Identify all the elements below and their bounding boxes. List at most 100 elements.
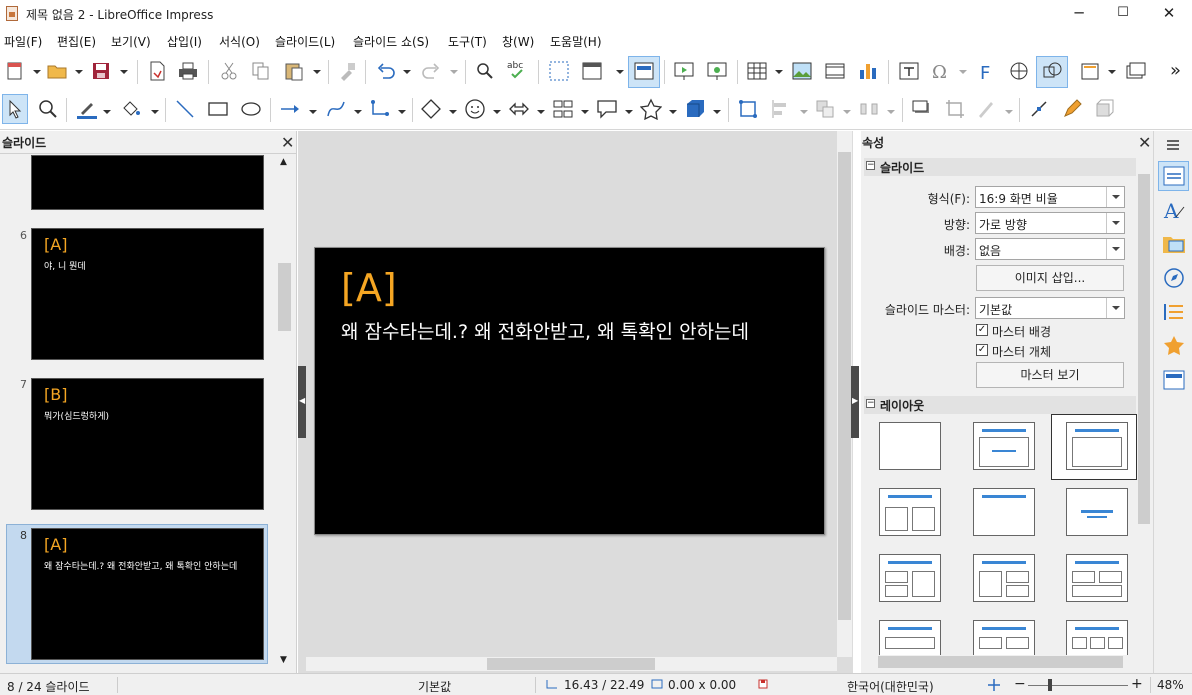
spelling-icon[interactable]: abc	[506, 58, 528, 80]
layout-title-only[interactable]	[973, 488, 1035, 536]
print-icon[interactable]	[177, 60, 199, 82]
chevron-down-icon[interactable]	[120, 70, 128, 74]
chevron-down-icon[interactable]	[103, 110, 111, 114]
flowchart-icon[interactable]	[552, 98, 574, 120]
zoom-pan-icon[interactable]	[37, 98, 59, 120]
master-view-button[interactable]: 마스터 보기	[976, 362, 1124, 388]
orientation-dropdown[interactable]: 가로 방향	[975, 212, 1125, 234]
start-current-slide-icon[interactable]	[706, 60, 728, 82]
new-slide-icon[interactable]	[1124, 60, 1146, 82]
copy-icon[interactable]	[250, 60, 272, 82]
points-icon[interactable]	[1028, 98, 1050, 120]
chevron-down-icon[interactable]	[625, 110, 633, 114]
document-modified-icon[interactable]	[758, 679, 768, 689]
export-pdf-icon[interactable]	[146, 60, 168, 82]
layout-title-content-2content[interactable]	[973, 554, 1035, 602]
collapse-icon[interactable]: −	[866, 161, 875, 170]
chevron-down-icon[interactable]	[449, 110, 457, 114]
chevron-down-icon[interactable]	[493, 110, 501, 114]
toggle-extrusion-icon[interactable]	[1094, 98, 1116, 120]
scroll-up-icon[interactable]: ▲	[280, 157, 287, 167]
ellipse-icon[interactable]	[240, 98, 262, 120]
basic-shapes-icon[interactable]	[420, 98, 442, 120]
chevron-down-icon[interactable]	[1005, 110, 1013, 114]
block-arrows-icon[interactable]	[508, 98, 530, 120]
curve-icon[interactable]	[325, 98, 347, 120]
close-icon[interactable]: ✕	[1138, 133, 1151, 152]
redo-icon[interactable]	[420, 60, 442, 82]
image-icon[interactable]	[791, 60, 813, 82]
rotate-icon[interactable]	[737, 98, 759, 120]
zoom-percent[interactable]: 48%	[1157, 678, 1184, 692]
menu-tools[interactable]: 도구(T)	[448, 33, 487, 50]
layout-title-content-over-content[interactable]	[879, 620, 941, 656]
layout-centered-text[interactable]	[1066, 488, 1128, 536]
slide-title[interactable]: [A]	[341, 266, 397, 310]
zoom-in-button[interactable]: +	[1131, 676, 1143, 692]
slides-scrollbar-thumb[interactable]	[278, 263, 291, 331]
layout-section-header[interactable]: − 레이아웃	[864, 396, 1136, 414]
format-dropdown[interactable]: 16:9 화면 비율	[975, 186, 1125, 208]
align-icon[interactable]	[770, 98, 792, 120]
chevron-down-icon[interactable]	[398, 110, 406, 114]
clone-formatting-icon[interactable]	[336, 60, 358, 82]
chevron-down-icon[interactable]	[403, 70, 411, 74]
properties-scrollbar-thumb[interactable]	[1138, 174, 1150, 524]
zoom-slider-thumb[interactable]	[1048, 679, 1052, 691]
grid-icon[interactable]	[548, 60, 570, 82]
main-slide[interactable]: [A] 왜 잠수타는데.? 왜 전화안받고, 왜 톡확인 안하는데	[314, 247, 825, 535]
line-arrow-icon[interactable]	[279, 98, 301, 120]
textbox-icon[interactable]	[898, 60, 920, 82]
chevron-down-icon[interactable]	[887, 110, 895, 114]
chevron-down-icon[interactable]	[151, 110, 159, 114]
distribute-icon[interactable]	[858, 98, 880, 120]
animation-tab-icon[interactable]	[1161, 333, 1187, 359]
chevron-down-icon[interactable]	[537, 110, 545, 114]
gallery-tab-icon[interactable]	[1161, 231, 1187, 257]
symbol-shapes-icon[interactable]	[464, 98, 486, 120]
slides-scrollbar[interactable]	[277, 155, 292, 669]
find-replace-icon[interactable]	[474, 60, 496, 82]
minimize-button[interactable]: ─	[1056, 0, 1102, 28]
layout-title-6content[interactable]	[1066, 620, 1128, 656]
close-window-button[interactable]: ✕	[1146, 0, 1192, 28]
zoom-out-button[interactable]: −	[1014, 676, 1026, 692]
crop-image-icon[interactable]	[944, 98, 966, 120]
slide-transition-tab-icon[interactable]	[1161, 299, 1187, 325]
slide-thumbnail-8[interactable]: [A] 왜 잠수타는데.? 왜 전화안받고, 왜 톡확인 안하는데	[31, 528, 264, 660]
toolbar-overflow[interactable]: »	[1170, 60, 1181, 81]
connector-icon[interactable]	[369, 98, 391, 120]
menu-slide[interactable]: 슬라이드(L)	[275, 33, 335, 50]
glue-points-icon[interactable]	[1061, 98, 1083, 120]
layout-title-content[interactable]	[973, 422, 1035, 470]
chevron-down-icon[interactable]	[75, 70, 83, 74]
table-icon[interactable]	[746, 60, 768, 82]
chevron-down-icon[interactable]	[33, 70, 41, 74]
filter-icon[interactable]	[975, 98, 997, 120]
shadow-icon[interactable]	[910, 98, 932, 120]
layout-title-4content[interactable]	[973, 620, 1035, 656]
maximize-button[interactable]: ☐	[1100, 0, 1146, 28]
chevron-down-icon[interactable]	[616, 70, 624, 74]
chevron-down-icon[interactable]	[843, 110, 851, 114]
chevron-down-icon[interactable]	[1108, 70, 1116, 74]
line-icon[interactable]	[174, 98, 196, 120]
line-color-icon[interactable]	[76, 98, 98, 120]
chevron-down-icon[interactable]	[713, 110, 721, 114]
display-views-icon[interactable]	[581, 60, 603, 82]
menu-file[interactable]: 파일(F)	[4, 33, 42, 50]
master-slides-tab-icon[interactable]	[1161, 367, 1187, 393]
chevron-down-icon[interactable]	[354, 110, 362, 114]
menu-help[interactable]: 도움말(H)	[550, 33, 602, 50]
layout-title-2content-over-content[interactable]	[1066, 554, 1128, 602]
chevron-down-icon[interactable]	[959, 70, 967, 74]
undo-icon[interactable]	[375, 60, 397, 82]
slide-thumbnail-7[interactable]: [B] 뭐가(심드렁하게)	[31, 378, 264, 510]
chevron-down-icon[interactable]	[581, 110, 589, 114]
chevron-down-icon[interactable]	[313, 70, 321, 74]
menu-insert[interactable]: 삽입(I)	[167, 33, 202, 50]
header-footer-icon[interactable]	[1079, 60, 1101, 82]
chevron-down-icon[interactable]	[450, 70, 458, 74]
chevron-down-icon[interactable]	[669, 110, 677, 114]
chevron-down-icon[interactable]	[309, 110, 317, 114]
